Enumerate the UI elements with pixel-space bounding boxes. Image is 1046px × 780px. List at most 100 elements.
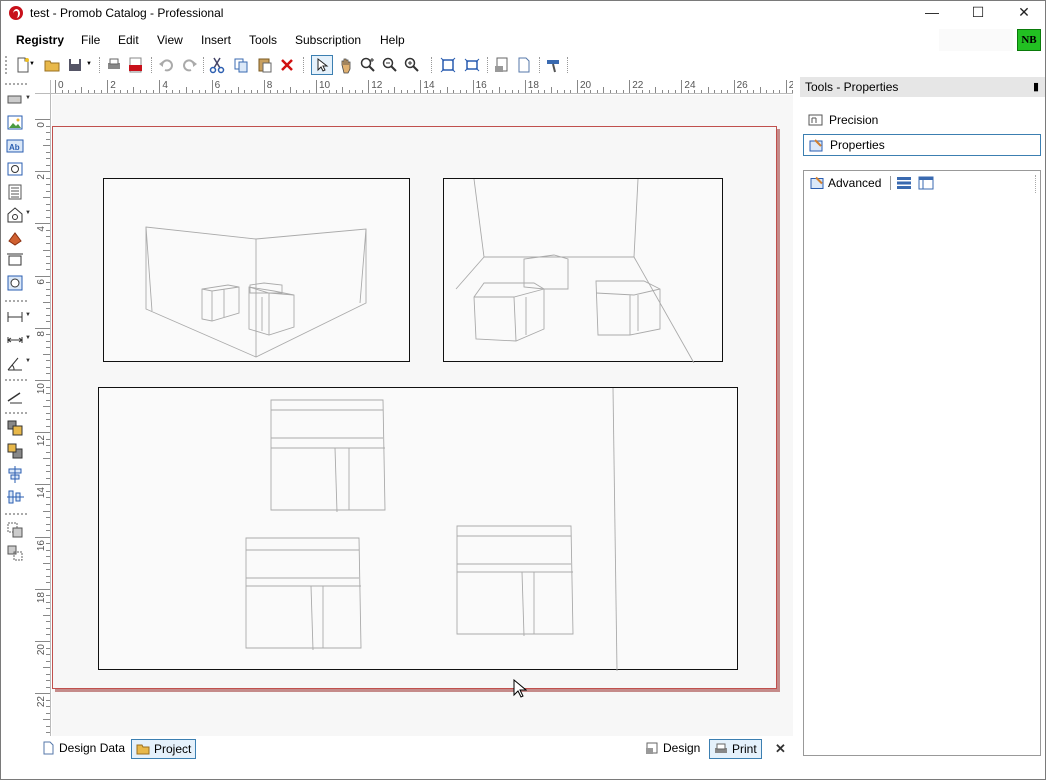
fit-width-icon[interactable] bbox=[463, 56, 481, 74]
tab-design[interactable]: Design bbox=[641, 739, 704, 759]
zoom-window-icon[interactable] bbox=[359, 56, 377, 74]
folder-icon bbox=[136, 742, 150, 756]
paste-icon[interactable] bbox=[256, 56, 274, 74]
save-dropdown-arrow[interactable]: ▼ bbox=[86, 61, 94, 79]
select-arrow-icon[interactable] bbox=[311, 55, 333, 75]
new-dropdown-arrow[interactable]: ▼ bbox=[29, 61, 37, 79]
ruler-tick bbox=[43, 197, 50, 199]
ungroup-icon[interactable] bbox=[6, 544, 24, 562]
clock-tool-icon[interactable] bbox=[6, 274, 24, 292]
user-avatar[interactable]: NB bbox=[1017, 29, 1041, 51]
menu-view[interactable]: View bbox=[157, 33, 183, 47]
menu-edit[interactable]: Edit bbox=[118, 33, 139, 47]
tab-design-data-label: Design Data bbox=[59, 741, 126, 755]
undo-icon[interactable] bbox=[157, 56, 175, 74]
ruler-tick bbox=[629, 80, 631, 93]
save-icon[interactable] bbox=[66, 56, 84, 74]
tab-design-data[interactable]: Design Data bbox=[37, 739, 129, 759]
menu-registry[interactable]: Registry bbox=[16, 33, 64, 47]
copy-icon[interactable] bbox=[232, 56, 250, 74]
advanced-properties-box: Advanced bbox=[803, 170, 1041, 756]
ruler-label: 10 bbox=[319, 80, 331, 91]
menu-subscription[interactable]: Subscription bbox=[295, 33, 361, 47]
document-icon bbox=[41, 741, 55, 755]
ruler-label: 26 bbox=[736, 80, 748, 91]
send-back-icon[interactable] bbox=[6, 442, 24, 460]
menu-help[interactable]: Help bbox=[380, 33, 405, 47]
ruler-label: 4 bbox=[162, 80, 168, 91]
alphabetical-view-icon[interactable] bbox=[918, 175, 934, 191]
cut-icon[interactable] bbox=[208, 56, 226, 74]
ruler-tick bbox=[420, 80, 422, 93]
zoom-out-icon[interactable] bbox=[381, 56, 399, 74]
minimize-button[interactable]: — bbox=[909, 1, 955, 25]
delete-icon[interactable] bbox=[278, 56, 296, 74]
module-tool-icon[interactable] bbox=[6, 229, 24, 247]
ruler-label: 18 bbox=[36, 591, 47, 603]
ruler-tick bbox=[35, 275, 50, 277]
toolbar-grip[interactable] bbox=[5, 56, 8, 74]
dimension-frame-icon[interactable] bbox=[6, 251, 24, 269]
maximize-button[interactable]: ☐ bbox=[955, 1, 1001, 25]
menu-file[interactable]: File bbox=[81, 33, 100, 47]
page-setup-icon[interactable] bbox=[493, 56, 511, 74]
group-icon[interactable] bbox=[6, 521, 24, 539]
tab-project-label: Project bbox=[154, 742, 192, 756]
advanced-icon[interactable] bbox=[810, 175, 825, 190]
ruler-tick bbox=[81, 87, 83, 93]
image-tool-icon[interactable] bbox=[6, 114, 24, 132]
measure-tool-icon[interactable] bbox=[6, 387, 24, 405]
viewport-tool-icon[interactable] bbox=[6, 160, 24, 178]
blank-page-icon[interactable] bbox=[515, 56, 533, 74]
fit-page-icon[interactable] bbox=[439, 56, 457, 74]
render-icon[interactable] bbox=[545, 56, 563, 74]
pdf-icon[interactable] bbox=[127, 56, 145, 74]
ruler-tick bbox=[35, 432, 50, 434]
open-folder-icon[interactable] bbox=[43, 56, 61, 74]
layout-canvas[interactable] bbox=[52, 95, 793, 736]
align-center-icon[interactable] bbox=[6, 465, 24, 483]
rectangle-tool-icon[interactable] bbox=[6, 91, 24, 109]
print-icon[interactable] bbox=[105, 56, 123, 74]
search-field[interactable] bbox=[939, 29, 1013, 51]
advanced-label[interactable]: Advanced bbox=[828, 175, 881, 191]
zoom-in-icon[interactable] bbox=[403, 56, 421, 74]
ruler-tick bbox=[35, 380, 50, 381]
angle-dimension-icon[interactable] bbox=[6, 354, 24, 372]
aligned-dimension-icon[interactable] bbox=[6, 331, 24, 349]
ruler-tick bbox=[35, 536, 50, 538]
title-bar: test - Promob Catalog - Professional — ☐… bbox=[1, 1, 1045, 25]
viewport-perspective-2[interactable] bbox=[443, 178, 723, 363]
align-middle-icon[interactable] bbox=[6, 488, 24, 506]
project-view-tool-icon[interactable] bbox=[6, 206, 24, 224]
list-tool-icon[interactable] bbox=[6, 183, 24, 201]
ruler-horizontal: 0246810121416182022242628 bbox=[35, 80, 793, 94]
linear-dimension-icon[interactable] bbox=[6, 308, 24, 326]
ruler-tick bbox=[759, 87, 761, 93]
categorized-view-icon[interactable] bbox=[896, 175, 912, 191]
pan-icon[interactable] bbox=[337, 56, 355, 74]
app-window: test - Promob Catalog - Professional — ☐… bbox=[0, 0, 1046, 780]
text-tool-icon[interactable]: Ab bbox=[6, 137, 24, 155]
ruler-tick bbox=[368, 80, 370, 93]
panel-item-properties[interactable]: Properties bbox=[803, 134, 1041, 156]
close-window-button[interactable]: ✕ bbox=[1001, 1, 1046, 25]
ruler-tick bbox=[43, 719, 50, 721]
close-tab-button[interactable]: ✕ bbox=[775, 741, 786, 757]
main-toolbar: ▼ ▼ bbox=[1, 53, 801, 77]
print-page[interactable] bbox=[52, 126, 777, 689]
ruler-tick bbox=[603, 87, 605, 93]
menu-insert[interactable]: Insert bbox=[201, 33, 231, 47]
bring-front-icon[interactable] bbox=[6, 419, 24, 437]
viewport-perspective-1[interactable] bbox=[103, 178, 410, 362]
tab-print[interactable]: Print bbox=[709, 739, 762, 759]
pin-icon[interactable]: ▮ bbox=[1033, 80, 1039, 93]
viewport-elevations[interactable] bbox=[98, 387, 738, 671]
redo-icon[interactable] bbox=[181, 56, 199, 74]
ruler-tick bbox=[35, 327, 50, 329]
menu-tools[interactable]: Tools bbox=[249, 33, 277, 47]
tab-project[interactable]: Project bbox=[131, 739, 197, 759]
panel-item-precision[interactable]: Precision bbox=[803, 110, 1041, 132]
tab-print-label: Print bbox=[732, 742, 757, 756]
ruler-label: 2 bbox=[110, 80, 116, 91]
